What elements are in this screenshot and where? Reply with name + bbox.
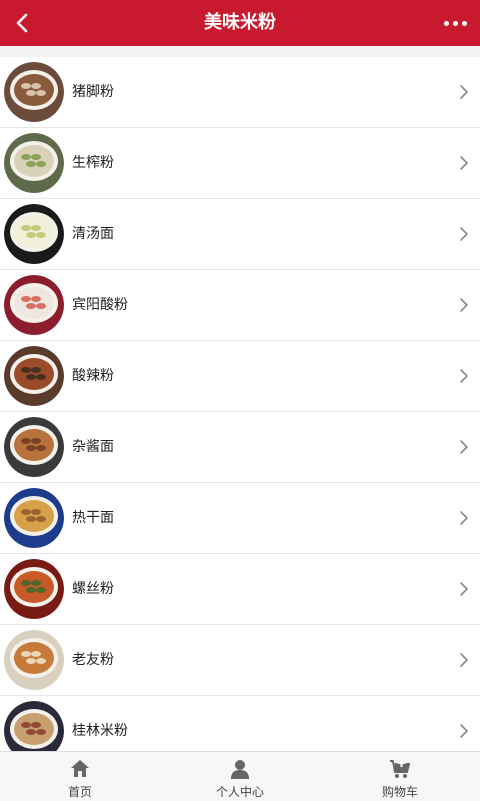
food-thumbnail bbox=[4, 559, 64, 619]
tab-home[interactable]: 首页 bbox=[0, 752, 160, 801]
chevron-right-icon bbox=[460, 653, 468, 667]
list-item[interactable]: 桂林米粉 bbox=[0, 696, 480, 751]
page-title: 美味米粉 bbox=[204, 12, 276, 33]
tab-cart-label: 购物车 bbox=[381, 785, 418, 799]
food-thumbnail bbox=[4, 275, 64, 335]
food-bowl-icon bbox=[4, 417, 64, 477]
food-list: 猪脚粉生榨粉清汤面宾阳酸粉酸辣粉杂酱面热干面螺丝粉老友粉桂林米粉 bbox=[0, 57, 480, 751]
tab-personal-center-label: 个人中心 bbox=[215, 785, 264, 799]
food-name: 猪脚粉 bbox=[72, 84, 114, 100]
food-name: 杂酱面 bbox=[72, 439, 114, 455]
chevron-right-icon bbox=[460, 440, 468, 454]
food-thumbnail bbox=[4, 701, 64, 751]
more-dots-icon bbox=[443, 20, 449, 26]
chevron-right-icon bbox=[460, 227, 468, 241]
food-thumbnail bbox=[4, 488, 64, 548]
chevron-right-icon bbox=[460, 85, 468, 99]
list-item[interactable]: 猪脚粉 bbox=[0, 57, 480, 128]
food-bowl-icon bbox=[4, 62, 64, 122]
chevron-right-icon bbox=[460, 724, 468, 738]
chevron-right-icon bbox=[460, 156, 468, 170]
list-item[interactable]: 生榨粉 bbox=[0, 128, 480, 199]
food-name: 酸辣粉 bbox=[72, 368, 114, 384]
food-bowl-icon bbox=[4, 133, 64, 193]
list-item[interactable]: 清汤面 bbox=[0, 199, 480, 270]
food-bowl-icon bbox=[4, 204, 64, 264]
food-thumbnail bbox=[4, 346, 64, 406]
cart-icon bbox=[390, 759, 410, 778]
more-options-button[interactable] bbox=[440, 9, 470, 37]
bottom-tab-bar: 首页 个人中心 购物车 bbox=[0, 751, 480, 801]
food-thumbnail bbox=[4, 133, 64, 193]
food-name: 宾阳酸粉 bbox=[72, 297, 128, 313]
food-name: 生榨粉 bbox=[72, 155, 114, 171]
tab-personal-center[interactable]: 个人中心 bbox=[160, 752, 320, 801]
top-navigation-bar: 美味米粉 bbox=[0, 0, 480, 46]
list-item[interactable]: 螺丝粉 bbox=[0, 554, 480, 625]
list-item[interactable]: 杂酱面 bbox=[0, 412, 480, 483]
food-bowl-icon bbox=[4, 630, 64, 690]
food-bowl-icon bbox=[4, 275, 64, 335]
list-item[interactable]: 酸辣粉 bbox=[0, 341, 480, 412]
food-name: 热干面 bbox=[72, 510, 114, 526]
food-name: 桂林米粉 bbox=[72, 723, 128, 739]
food-name: 螺丝粉 bbox=[72, 581, 114, 597]
food-thumbnail bbox=[4, 417, 64, 477]
tab-cart[interactable]: 购物车 bbox=[320, 752, 480, 801]
user-icon bbox=[231, 760, 249, 779]
food-bowl-icon bbox=[4, 701, 64, 751]
food-bowl-icon bbox=[4, 559, 64, 619]
chevron-right-icon bbox=[460, 582, 468, 596]
food-bowl-icon bbox=[4, 346, 64, 406]
food-name: 老友粉 bbox=[72, 652, 114, 668]
food-name: 清汤面 bbox=[72, 226, 114, 242]
list-item[interactable]: 老友粉 bbox=[0, 625, 480, 696]
chevron-right-icon bbox=[460, 369, 468, 383]
list-item[interactable]: 宾阳酸粉 bbox=[0, 270, 480, 341]
food-bowl-icon bbox=[4, 488, 64, 548]
list-item[interactable]: 热干面 bbox=[0, 483, 480, 554]
tab-home-label: 首页 bbox=[67, 785, 92, 799]
food-thumbnail bbox=[4, 630, 64, 690]
food-thumbnail bbox=[4, 62, 64, 122]
chevron-right-icon bbox=[460, 298, 468, 312]
food-thumbnail bbox=[4, 204, 64, 264]
home-icon bbox=[71, 760, 89, 777]
chevron-right-icon bbox=[460, 511, 468, 525]
